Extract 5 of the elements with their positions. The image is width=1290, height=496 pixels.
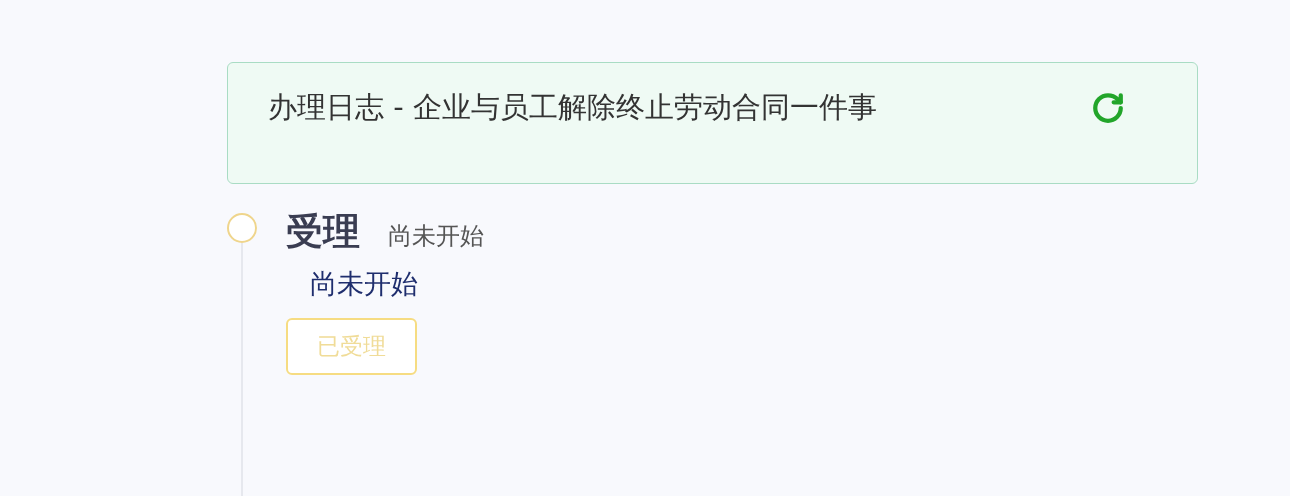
step-status: 尚未开始 xyxy=(388,221,484,252)
refresh-icon[interactable] xyxy=(1091,91,1125,125)
card-title: 办理日志 - 企业与员工解除终止劳动合同一件事 xyxy=(268,89,878,125)
step-title: 受理 xyxy=(286,209,360,255)
step-detail: 尚未开始 xyxy=(310,266,418,301)
